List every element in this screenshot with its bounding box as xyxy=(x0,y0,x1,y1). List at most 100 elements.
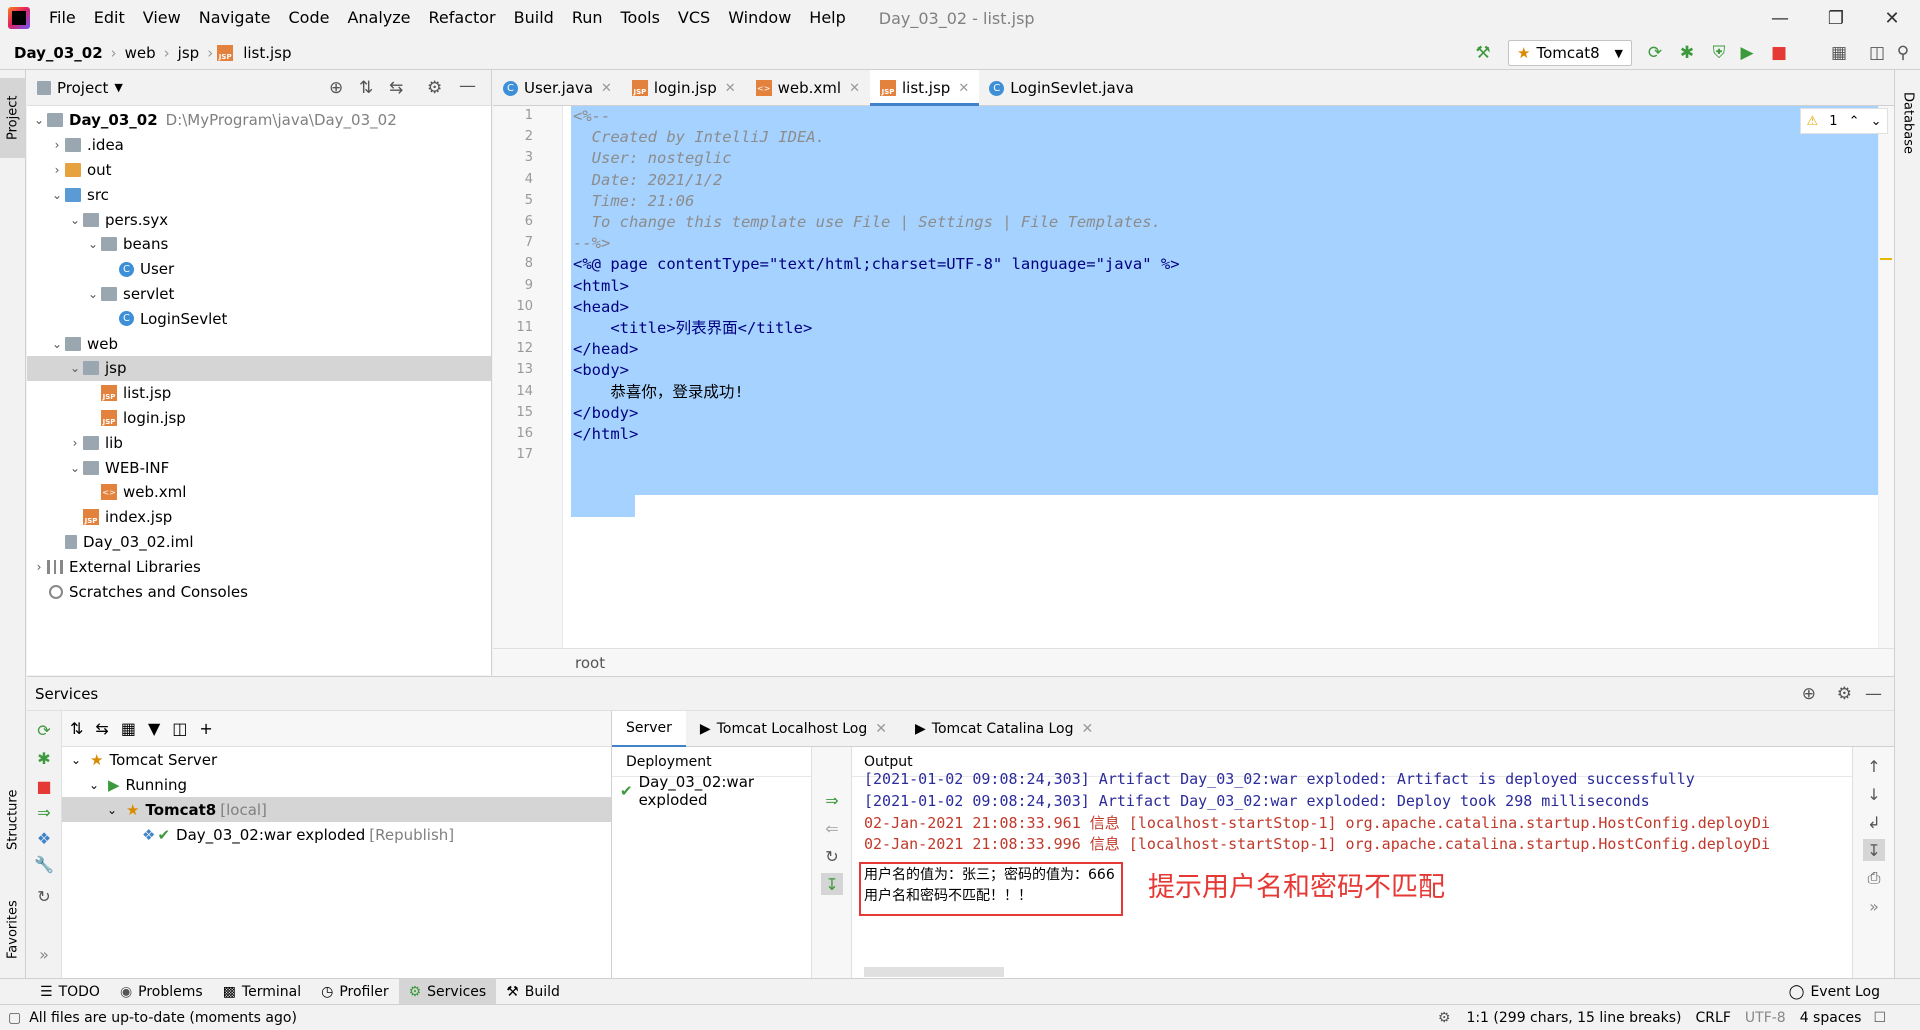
tree-item-project-root[interactable]: ⌄ Day_03_02 D:\MyProgram\java\Day_03_02 xyxy=(27,108,491,133)
wrench-icon[interactable]: 🔧 xyxy=(33,853,55,875)
tab-terminal[interactable]: ▩ Terminal xyxy=(213,979,311,1005)
menu-view[interactable]: View xyxy=(134,0,190,36)
project-tool-tab[interactable]: Project xyxy=(0,78,26,158)
tree-item-package[interactable]: ⌄ pers.syx xyxy=(27,207,491,232)
code-editor[interactable]: 1 2 3 4 5 6 7 8 9 10 11 12 13 14 15 16 17 <%-- Created b… xyxy=(493,106,1894,648)
tab-tomcat-catalina-log[interactable]: ▶ Tomcat Catalina Log ✕ xyxy=(901,711,1107,747)
arrow-up-icon[interactable]: ↑ xyxy=(1863,755,1885,777)
tree-item-out[interactable]: › out xyxy=(27,158,491,183)
tab-event-log[interactable]: ◯ Event Log xyxy=(1779,979,1890,1005)
menu-window[interactable]: Window xyxy=(719,0,800,36)
menu-analyze[interactable]: Analyze xyxy=(338,0,419,36)
group-icon[interactable]: ▦ xyxy=(121,719,136,738)
tree-item-jsp-folder[interactable]: ⌄ jsp xyxy=(27,355,491,381)
svc-item-running[interactable]: ⌄ ▶ Running xyxy=(62,772,611,797)
output-console[interactable]: Output [2021-01-02 09:08:24,303] Artifac… xyxy=(852,747,1852,979)
tree-item-user-class[interactable]: C User xyxy=(27,257,491,282)
search-everywhere-icon[interactable]: ⚲ xyxy=(1892,42,1914,64)
build-hammer-icon[interactable]: ⚒ xyxy=(1472,42,1494,64)
menu-vcs[interactable]: VCS xyxy=(669,0,719,36)
tree-item-web-xml[interactable]: <> web.xml xyxy=(27,480,491,505)
close-tab-icon[interactable]: ✕ xyxy=(958,81,969,96)
tab-web-xml[interactable]: <> web.xml ✕ xyxy=(746,70,870,106)
debug-icon[interactable]: ✱ xyxy=(1676,42,1698,64)
filter-icon[interactable]: ▼ xyxy=(148,719,160,738)
menu-refactor[interactable]: Refactor xyxy=(420,0,505,36)
tree-item-index-jsp[interactable]: JSP index.jsp xyxy=(27,505,491,530)
tree-item-login-jsp[interactable]: JSP login.jsp xyxy=(27,406,491,431)
menu-file[interactable]: File xyxy=(40,0,85,36)
project-panel-title[interactable]: Project xyxy=(57,79,108,97)
tab-services[interactable]: ⚙ Services xyxy=(398,978,497,1005)
menu-edit[interactable]: Edit xyxy=(85,0,134,36)
svc-item-artifact[interactable]: ❖ ✔ Day_03_02:war exploded [Republish] xyxy=(62,822,611,847)
tree-item-servlet[interactable]: ⌄ servlet xyxy=(27,282,491,307)
layout-icon[interactable]: ◫ xyxy=(1866,42,1888,64)
breadcrumb-web[interactable]: web xyxy=(121,44,160,62)
debug-icon[interactable]: ✱ xyxy=(33,747,55,769)
chevron-down-icon[interactable]: ⌄ xyxy=(1871,114,1882,129)
deploy-icon[interactable]: ⇒ xyxy=(33,801,55,823)
close-icon[interactable]: ✕ xyxy=(1864,0,1920,36)
update-icon[interactable]: ↧ xyxy=(821,873,843,895)
close-tab-icon[interactable]: ✕ xyxy=(849,81,860,96)
tab-todo[interactable]: ☰ TODO xyxy=(30,979,110,1005)
status-message[interactable]: All files are up-to-date (moments ago) xyxy=(29,1010,297,1026)
refresh-icon[interactable]: ↻ xyxy=(821,845,843,867)
more-icon[interactable]: » xyxy=(33,943,55,965)
stop-icon[interactable]: ■ xyxy=(33,775,55,797)
stop-icon[interactable]: ■ xyxy=(1768,42,1790,64)
warning-marker[interactable] xyxy=(1880,258,1892,260)
expand-all-icon[interactable]: ⇅ xyxy=(359,78,373,98)
artifact-icon[interactable]: ❖ xyxy=(33,827,55,849)
new-tab-icon[interactable]: ◫ xyxy=(172,719,187,738)
tree-item-web[interactable]: ⌄ web xyxy=(27,331,491,356)
database-tool-tab[interactable]: Database xyxy=(1895,78,1920,168)
tab-profiler[interactable]: ◷ Profiler xyxy=(311,979,399,1005)
close-tab-icon[interactable]: ✕ xyxy=(601,81,612,96)
editor-breadcrumb[interactable]: root xyxy=(493,648,1894,676)
menu-tools[interactable]: Tools xyxy=(612,0,669,36)
restore-icon[interactable]: ❐ xyxy=(1808,0,1864,36)
tree-item-idea[interactable]: › .idea xyxy=(27,133,491,158)
close-tab-icon[interactable]: ✕ xyxy=(725,81,736,96)
tab-server[interactable]: Server xyxy=(612,710,686,747)
caret-position[interactable]: 1:1 (299 chars, 15 line breaks) xyxy=(1466,1010,1681,1026)
rerun-icon[interactable]: ⟳ xyxy=(33,719,55,741)
refresh-icon[interactable]: ↻ xyxy=(33,885,55,907)
menu-help[interactable]: Help xyxy=(800,0,854,36)
coverage-icon[interactable]: ⛨ xyxy=(1708,42,1730,64)
collapse-all-icon[interactable]: ⇆ xyxy=(389,78,403,98)
soft-wrap-icon[interactable]: ↲ xyxy=(1863,811,1885,833)
breadcrumb-jsp[interactable]: jsp xyxy=(174,44,204,62)
print-icon[interactable]: ⎙ xyxy=(1863,867,1885,889)
chevron-down-icon[interactable]: ▼ xyxy=(114,81,122,94)
tree-item-src[interactable]: ⌄ src xyxy=(27,182,491,207)
scroll-to-end-icon[interactable]: ↧ xyxy=(1863,839,1885,861)
svc-item-tomcat-server[interactable]: ⌄ ★ Tomcat Server xyxy=(62,747,611,772)
line-separator[interactable]: CRLF xyxy=(1696,1010,1731,1026)
svc-item-tomcat8[interactable]: ⌄ ★ Tomcat8 [local] xyxy=(62,797,611,822)
gear-icon[interactable]: ⚙ xyxy=(1837,677,1852,711)
locate-icon[interactable]: ⊕ xyxy=(329,78,343,98)
tree-item-lib[interactable]: › lib xyxy=(27,430,491,455)
expand-all-icon[interactable]: ⇅ xyxy=(70,719,83,738)
tab-list-jsp[interactable]: JSP list.jsp ✕ xyxy=(870,70,980,106)
add-icon[interactable]: + xyxy=(199,719,212,738)
run-configuration-select[interactable]: ★ Tomcat8 ▼ xyxy=(1508,40,1632,66)
tree-item-web-inf[interactable]: ⌄ WEB-INF xyxy=(27,455,491,480)
tree-item-external-libraries[interactable]: › External Libraries xyxy=(27,554,491,579)
tree-item-iml[interactable]: Day_03_02.iml xyxy=(27,530,491,555)
menu-build[interactable]: Build xyxy=(505,0,563,36)
breadcrumb-file[interactable]: list.jsp xyxy=(239,44,295,62)
indent-setting[interactable]: 4 spaces xyxy=(1800,1010,1862,1026)
deploy-icon[interactable]: ⇒ xyxy=(821,789,843,811)
gear-icon[interactable]: ⚙ xyxy=(427,78,442,98)
hide-panel-icon[interactable]: — xyxy=(459,76,476,96)
tab-build[interactable]: ⚒ Build xyxy=(496,979,570,1005)
tree-item-scratches[interactable]: Scratches and Consoles xyxy=(27,579,491,604)
close-tab-icon[interactable]: ✕ xyxy=(1081,721,1093,737)
minimize-icon[interactable]: — xyxy=(1752,0,1808,36)
rerun-icon[interactable]: ⟳ xyxy=(1644,42,1666,64)
profile-icon[interactable]: ▶ xyxy=(1736,42,1758,64)
